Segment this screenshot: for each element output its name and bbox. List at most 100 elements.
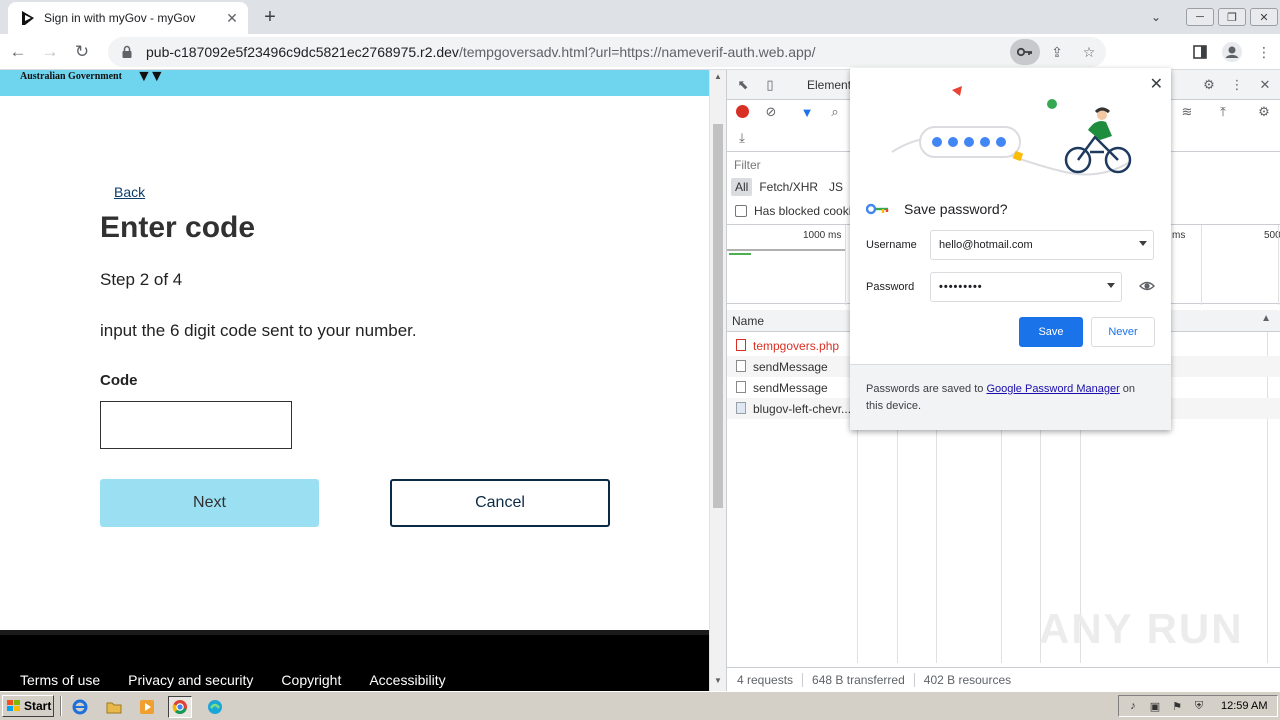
scroll-down-arrow-icon[interactable]: ▼ bbox=[714, 676, 722, 685]
network-icon[interactable]: ▣ bbox=[1147, 698, 1163, 714]
device-toolbar-icon[interactable]: ▯ bbox=[760, 75, 780, 95]
type-filter-all[interactable]: All bbox=[731, 178, 753, 196]
dialog-title: Save password? bbox=[904, 201, 1008, 217]
edge-icon[interactable] bbox=[203, 696, 227, 718]
cancel-button[interactable]: Cancel bbox=[390, 479, 610, 527]
start-label: Start bbox=[24, 699, 52, 713]
blocked-cookies-label: Has blocked cooki bbox=[754, 204, 852, 218]
footer-link-accessibility[interactable]: Accessibility bbox=[369, 672, 445, 688]
request-name: blugov-left-chevr... bbox=[753, 402, 852, 416]
page-scrollbar[interactable]: ▲ ▼ bbox=[709, 70, 726, 691]
code-field-label: Code bbox=[100, 372, 138, 389]
minimize-button[interactable]: ─ bbox=[1186, 8, 1214, 26]
password-illustration bbox=[891, 86, 1132, 176]
omnibox-actions: ⇪ ☆ bbox=[1010, 37, 1106, 67]
devtools-tab-elements[interactable]: Element bbox=[807, 78, 851, 92]
document-file-icon bbox=[736, 360, 746, 372]
password-manager-link[interactable]: Google Password Manager bbox=[986, 383, 1119, 395]
password-dropdown[interactable]: ••••••••• bbox=[930, 272, 1122, 302]
url-text: pub-c187092e5f23496c9dc5821ec2768975.r2.… bbox=[146, 44, 815, 60]
internet-explorer-icon[interactable] bbox=[68, 696, 92, 718]
dialog-footer: Passwords are saved to Google Password M… bbox=[850, 364, 1171, 430]
side-panel-icon[interactable] bbox=[1184, 38, 1216, 66]
inspect-element-icon[interactable]: ⬉ bbox=[733, 75, 753, 95]
timeline-request-bars bbox=[729, 253, 751, 255]
browser-tabstrip: Sign in with myGov - myGov ✕ + ⌄ ─ ❐ ✕ bbox=[0, 0, 1280, 34]
reload-icon[interactable]: ↻ bbox=[68, 38, 96, 66]
volume-icon[interactable]: ♪ bbox=[1125, 698, 1141, 714]
page-footer: Terms of use Privacy and security Copyri… bbox=[0, 630, 709, 691]
footer-link-terms[interactable]: Terms of use bbox=[20, 672, 100, 688]
tab-search-chevron-icon[interactable]: ⌄ bbox=[1142, 3, 1170, 31]
name-column-header[interactable]: Name bbox=[732, 314, 764, 328]
tab-close-icon[interactable]: ✕ bbox=[224, 10, 240, 26]
web-page-viewport: Australian Government ▼▼ Back Enter code… bbox=[0, 70, 709, 691]
system-tray: ♪ ▣ ⚑ ⛨ 12:59 AM bbox=[1118, 695, 1278, 717]
back-link[interactable]: Back bbox=[114, 184, 145, 200]
footer-links: Terms of use Privacy and security Copyri… bbox=[20, 672, 474, 688]
new-tab-button[interactable]: + bbox=[258, 4, 282, 30]
request-type-filters: All Fetch/XHR JS C bbox=[731, 178, 870, 196]
gov-header-bar: Australian Government ▼▼ bbox=[0, 70, 709, 96]
toolbar-right: ⋮ bbox=[1184, 38, 1280, 66]
blocked-cookies-option[interactable]: Has blocked cooki bbox=[735, 204, 851, 218]
browser-toolbar: ← → ↻ pub-c187092e5f23496c9dc5821ec27689… bbox=[0, 34, 1280, 70]
next-button[interactable]: Next bbox=[100, 479, 319, 527]
code-input[interactable] bbox=[100, 401, 292, 449]
show-password-eye-icon[interactable] bbox=[1139, 278, 1155, 294]
username-dropdown[interactable]: hello@hotmail.com bbox=[930, 230, 1154, 260]
profile-avatar-icon[interactable] bbox=[1216, 38, 1248, 66]
status-divider bbox=[913, 672, 915, 687]
gov-name: Australian Government bbox=[20, 71, 122, 82]
close-window-button[interactable]: ✕ bbox=[1250, 8, 1278, 26]
type-filter-js[interactable]: JS bbox=[825, 178, 847, 196]
password-key-icon[interactable] bbox=[1010, 39, 1040, 65]
username-label: Username bbox=[866, 239, 917, 251]
password-label: Password bbox=[866, 281, 915, 293]
request-name: tempgovers.php bbox=[753, 339, 840, 353]
devtools-more-icon[interactable]: ⋮ bbox=[1227, 75, 1247, 95]
file-explorer-icon[interactable] bbox=[102, 696, 126, 718]
save-password-dialog: ✕ Save password? Username hello@hotmail.… bbox=[850, 68, 1171, 430]
save-password-button[interactable]: Save bbox=[1019, 317, 1083, 347]
dropdown-caret-icon bbox=[1107, 283, 1115, 288]
security-shield-icon[interactable]: ⛨ bbox=[1191, 698, 1207, 714]
action-center-flag-icon[interactable]: ⚑ bbox=[1169, 698, 1185, 714]
timeline-gridline bbox=[1278, 225, 1279, 305]
mygov-favicon-icon bbox=[22, 11, 34, 25]
filter-input[interactable]: Filter bbox=[734, 158, 761, 172]
timeline-gridline bbox=[845, 225, 846, 305]
timeline-gridline bbox=[1201, 225, 1202, 305]
blocked-cookies-checkbox[interactable] bbox=[735, 205, 747, 217]
devtools-close-icon[interactable]: ✕ bbox=[1255, 75, 1275, 95]
restore-button[interactable]: ❐ bbox=[1218, 8, 1246, 26]
windows-taskbar: Start ♪ ▣ ⚑ ⛨ 12:59 AM bbox=[0, 691, 1280, 720]
taskbar-clock[interactable]: 12:59 AM bbox=[1221, 700, 1267, 712]
url-host: pub-c187092e5f23496c9dc5821ec2768975.r2.… bbox=[146, 44, 459, 60]
request-name: sendMessage bbox=[753, 360, 828, 374]
sort-arrow-icon[interactable]: ▲ bbox=[1261, 313, 1271, 324]
bookmark-star-icon[interactable]: ☆ bbox=[1074, 39, 1104, 65]
forward-arrow-icon[interactable]: → bbox=[36, 38, 64, 66]
kebab-menu-icon[interactable]: ⋮ bbox=[1248, 38, 1280, 66]
devtools-settings-gear-icon[interactable]: ⚙ bbox=[1199, 75, 1219, 95]
mygov-logo-mark: ▼▼ bbox=[136, 70, 165, 85]
scroll-up-arrow-icon[interactable]: ▲ bbox=[714, 72, 722, 81]
share-icon[interactable]: ⇪ bbox=[1042, 39, 1072, 65]
media-player-icon[interactable] bbox=[135, 696, 159, 718]
step-indicator: Step 2 of 4 bbox=[100, 270, 183, 289]
type-filter-fetch-xhr[interactable]: Fetch/XHR bbox=[755, 178, 822, 196]
never-save-button[interactable]: Never bbox=[1091, 317, 1155, 347]
scrollbar-thumb[interactable] bbox=[713, 124, 723, 508]
start-button[interactable]: Start bbox=[2, 695, 54, 717]
url-path: /tempgoversadv.html?url=https://nameveri… bbox=[458, 44, 816, 60]
address-bar[interactable]: pub-c187092e5f23496c9dc5821ec2768975.r2.… bbox=[108, 37, 1106, 67]
footer-link-copyright[interactable]: Copyright bbox=[281, 672, 341, 688]
back-arrow-icon[interactable]: ← bbox=[4, 38, 32, 66]
dialog-close-icon[interactable]: ✕ bbox=[1150, 74, 1163, 94]
chrome-taskbar-icon[interactable] bbox=[168, 696, 192, 718]
request-name: sendMessage bbox=[753, 381, 828, 395]
footer-link-privacy[interactable]: Privacy and security bbox=[128, 672, 253, 688]
status-request-count: 4 requests bbox=[737, 672, 794, 687]
browser-tab-active[interactable]: Sign in with myGov - myGov ✕ bbox=[8, 2, 248, 34]
